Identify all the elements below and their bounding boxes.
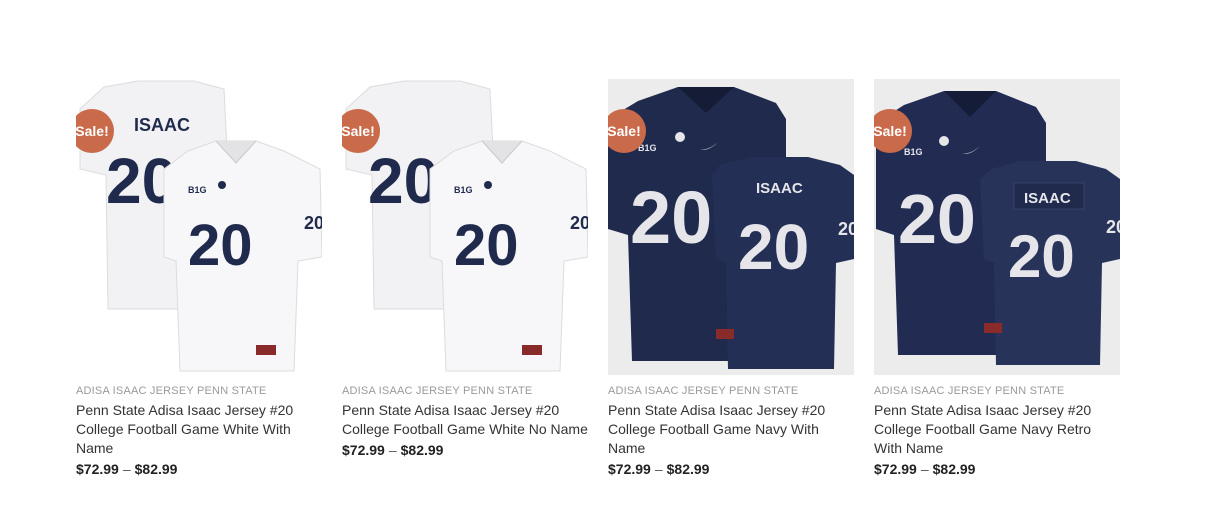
price-separator: – xyxy=(654,461,663,477)
price-max: $82.99 xyxy=(400,442,444,458)
product-card[interactable]: Sale! ISAAC 20 B1G 20 20 ADISA ISAAC JER… xyxy=(76,79,322,479)
product-category[interactable]: ADISA ISAAC JERSEY PENN STATE xyxy=(76,384,322,398)
product-category[interactable]: ADISA ISAAC JERSEY PENN STATE xyxy=(874,384,1120,398)
product-title[interactable]: Penn State Adisa Isaac Jersey #20 Colleg… xyxy=(608,401,854,458)
conference-logo: B1G xyxy=(904,147,923,157)
jersey-front-number: 20 xyxy=(898,180,976,258)
sleeve-number: 20 xyxy=(570,213,588,233)
jersey-back-number: 20 xyxy=(368,145,439,217)
sleeve-number: 20 xyxy=(304,213,322,233)
product-image[interactable]: Sale! B1G 20 ISAAC 20 20 xyxy=(874,79,1120,375)
sleeve-number: 20 xyxy=(838,219,854,239)
product-grid: Sale! ISAAC 20 B1G 20 20 ADISA ISAAC JER… xyxy=(76,79,1120,479)
product-price: $72.99– $82.99 xyxy=(76,459,322,479)
product-card[interactable]: Sale! 20 B1G 20 20 ADISA ISAAC JERSEY PE… xyxy=(342,79,588,479)
price-min: $72.99 xyxy=(608,461,651,477)
product-title[interactable]: Penn State Adisa Isaac Jersey #20 Colleg… xyxy=(342,401,588,439)
product-image[interactable]: Sale! B1G 20 ISAAC 20 20 xyxy=(608,79,854,375)
price-max: $82.99 xyxy=(932,461,976,477)
product-title[interactable]: Penn State Adisa Isaac Jersey #20 Colleg… xyxy=(874,401,1120,458)
product-category[interactable]: ADISA ISAAC JERSEY PENN STATE xyxy=(608,384,854,398)
product-card[interactable]: Sale! B1G 20 ISAAC 20 20 ADISA ISAAC JER… xyxy=(874,79,1120,479)
price-separator: – xyxy=(920,461,929,477)
price-min: $72.99 xyxy=(874,461,917,477)
product-price: $72.99– $82.99 xyxy=(342,440,588,460)
product-card[interactable]: Sale! B1G 20 ISAAC 20 20 ADISA ISAAC JER… xyxy=(608,79,854,479)
jersey-back-name: ISAAC xyxy=(134,115,190,135)
price-min: $72.99 xyxy=(342,442,385,458)
conference-logo: B1G xyxy=(188,185,207,195)
jersey-front-number: 20 xyxy=(454,213,519,278)
price-max: $82.99 xyxy=(666,461,710,477)
jersey-back-number: 20 xyxy=(738,211,809,283)
product-title[interactable]: Penn State Adisa Isaac Jersey #20 Colleg… xyxy=(76,401,322,458)
price-max: $82.99 xyxy=(134,461,178,477)
jersey-front-number: 20 xyxy=(188,213,253,278)
price-min: $72.99 xyxy=(76,461,119,477)
price-separator: – xyxy=(122,461,131,477)
jersey-back-name: ISAAC xyxy=(1024,190,1071,207)
sleeve-number: 20 xyxy=(1106,217,1120,237)
product-image[interactable]: Sale! ISAAC 20 B1G 20 20 xyxy=(76,79,322,375)
price-separator: – xyxy=(388,442,397,458)
product-price: $72.99– $82.99 xyxy=(874,459,1120,479)
jersey-front-number: 20 xyxy=(630,176,712,259)
conference-logo: B1G xyxy=(454,185,473,195)
product-image[interactable]: Sale! 20 B1G 20 20 xyxy=(342,79,588,375)
jersey-back-name: ISAAC xyxy=(756,180,803,197)
product-price: $72.99– $82.99 xyxy=(608,459,854,479)
product-category[interactable]: ADISA ISAAC JERSEY PENN STATE xyxy=(342,384,588,398)
jersey-back-number: 20 xyxy=(1008,223,1075,290)
